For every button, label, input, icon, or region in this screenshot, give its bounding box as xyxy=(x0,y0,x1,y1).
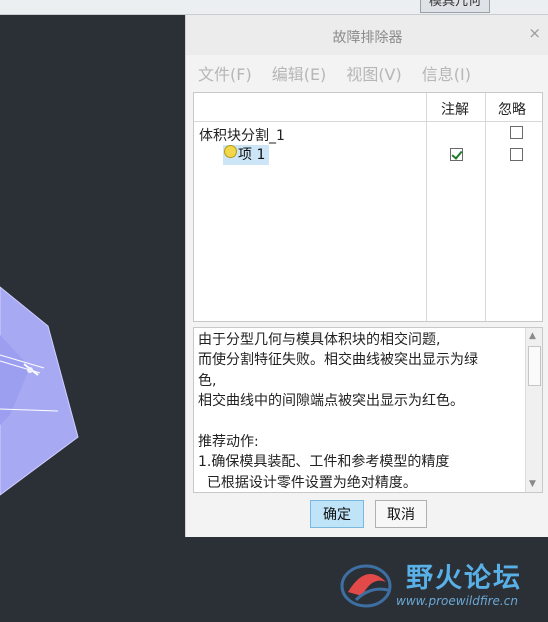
ok-button[interactable]: 确定 xyxy=(310,500,364,528)
watermark-name: 野火论坛 xyxy=(406,563,522,594)
scroll-up-icon[interactable]: ▲ xyxy=(529,331,536,341)
column-divider xyxy=(426,93,427,321)
header-divider xyxy=(194,121,542,122)
menu-file[interactable]: 文件(F) xyxy=(198,61,252,85)
scroll-down-icon[interactable]: ▼ xyxy=(529,479,536,489)
message-line: 已根据设计零件设置为绝对精度。 xyxy=(198,474,417,491)
mold-geometry-tab[interactable]: 模具几何 xyxy=(420,0,491,13)
menu-info[interactable]: 信息(I) xyxy=(422,61,471,85)
column-header-annotate[interactable]: 注解 xyxy=(441,99,469,119)
top-strip: 模具几何 xyxy=(0,0,548,15)
dialog-titlebar[interactable]: 故障排除器 × xyxy=(186,15,548,55)
menu-edit[interactable]: 编辑(E) xyxy=(272,61,327,85)
lightbulb-icon xyxy=(224,145,237,158)
column-divider xyxy=(485,93,486,321)
message-line: 色, xyxy=(198,372,217,389)
message-scrollbar[interactable]: ▲ ▼ xyxy=(525,328,542,492)
item-annotate-checkbox[interactable] xyxy=(450,148,463,161)
message-line: 推荐动作: xyxy=(198,434,259,451)
tree-item-label: 项 1 xyxy=(238,147,266,163)
cancel-button[interactable]: 取消 xyxy=(375,500,427,528)
site-logo-icon xyxy=(340,564,392,608)
column-header-ignore[interactable]: 忽略 xyxy=(498,99,526,119)
message-line: 相交曲线中的间隙端点被突出显示为红色。 xyxy=(198,393,464,410)
message-line: 1.确保模具装配、工件和参考模型的精度 xyxy=(198,454,450,471)
close-icon[interactable]: × xyxy=(528,24,541,42)
dialog-title: 故障排除器 xyxy=(332,30,403,46)
item-ignore-checkbox[interactable] xyxy=(510,148,523,161)
message-line: 由于分型几何与模具体积块的相交问题, xyxy=(198,332,441,348)
group-ignore-checkbox[interactable] xyxy=(510,126,523,139)
message-text: 由于分型几何与模具体积块的相交问题, 而使分割特征失败。相交曲线被突出显示为绿 … xyxy=(198,330,524,492)
model-geometry xyxy=(0,286,79,496)
message-box[interactable]: 由于分型几何与模具体积块的相交问题, 而使分割特征失败。相交曲线被突出显示为绿 … xyxy=(193,327,543,493)
message-line xyxy=(198,412,524,432)
menu-view[interactable]: 视图(V) xyxy=(346,61,401,85)
watermark-url: www.proewildfire.cn xyxy=(396,594,518,608)
tree-group-label[interactable]: 体积块分割_1 xyxy=(199,125,285,145)
troubleshooter-dialog: 故障排除器 × 文件(F) 编辑(E) 视图(V) 信息(I) 注解 忽略 体积… xyxy=(185,15,548,537)
site-watermark: 野火论坛 www.proewildfire.cn xyxy=(336,554,544,618)
graphics-viewport[interactable] xyxy=(0,15,185,622)
scroll-thumb[interactable] xyxy=(528,346,541,386)
menu-bar: 文件(F) 编辑(E) 视图(V) 信息(I) xyxy=(190,61,471,85)
issue-tree-table: 注解 忽略 体积块分割_1 项 1 xyxy=(193,92,543,322)
message-line: 而使分割特征失败。相交曲线被突出显示为绿 xyxy=(198,352,478,369)
